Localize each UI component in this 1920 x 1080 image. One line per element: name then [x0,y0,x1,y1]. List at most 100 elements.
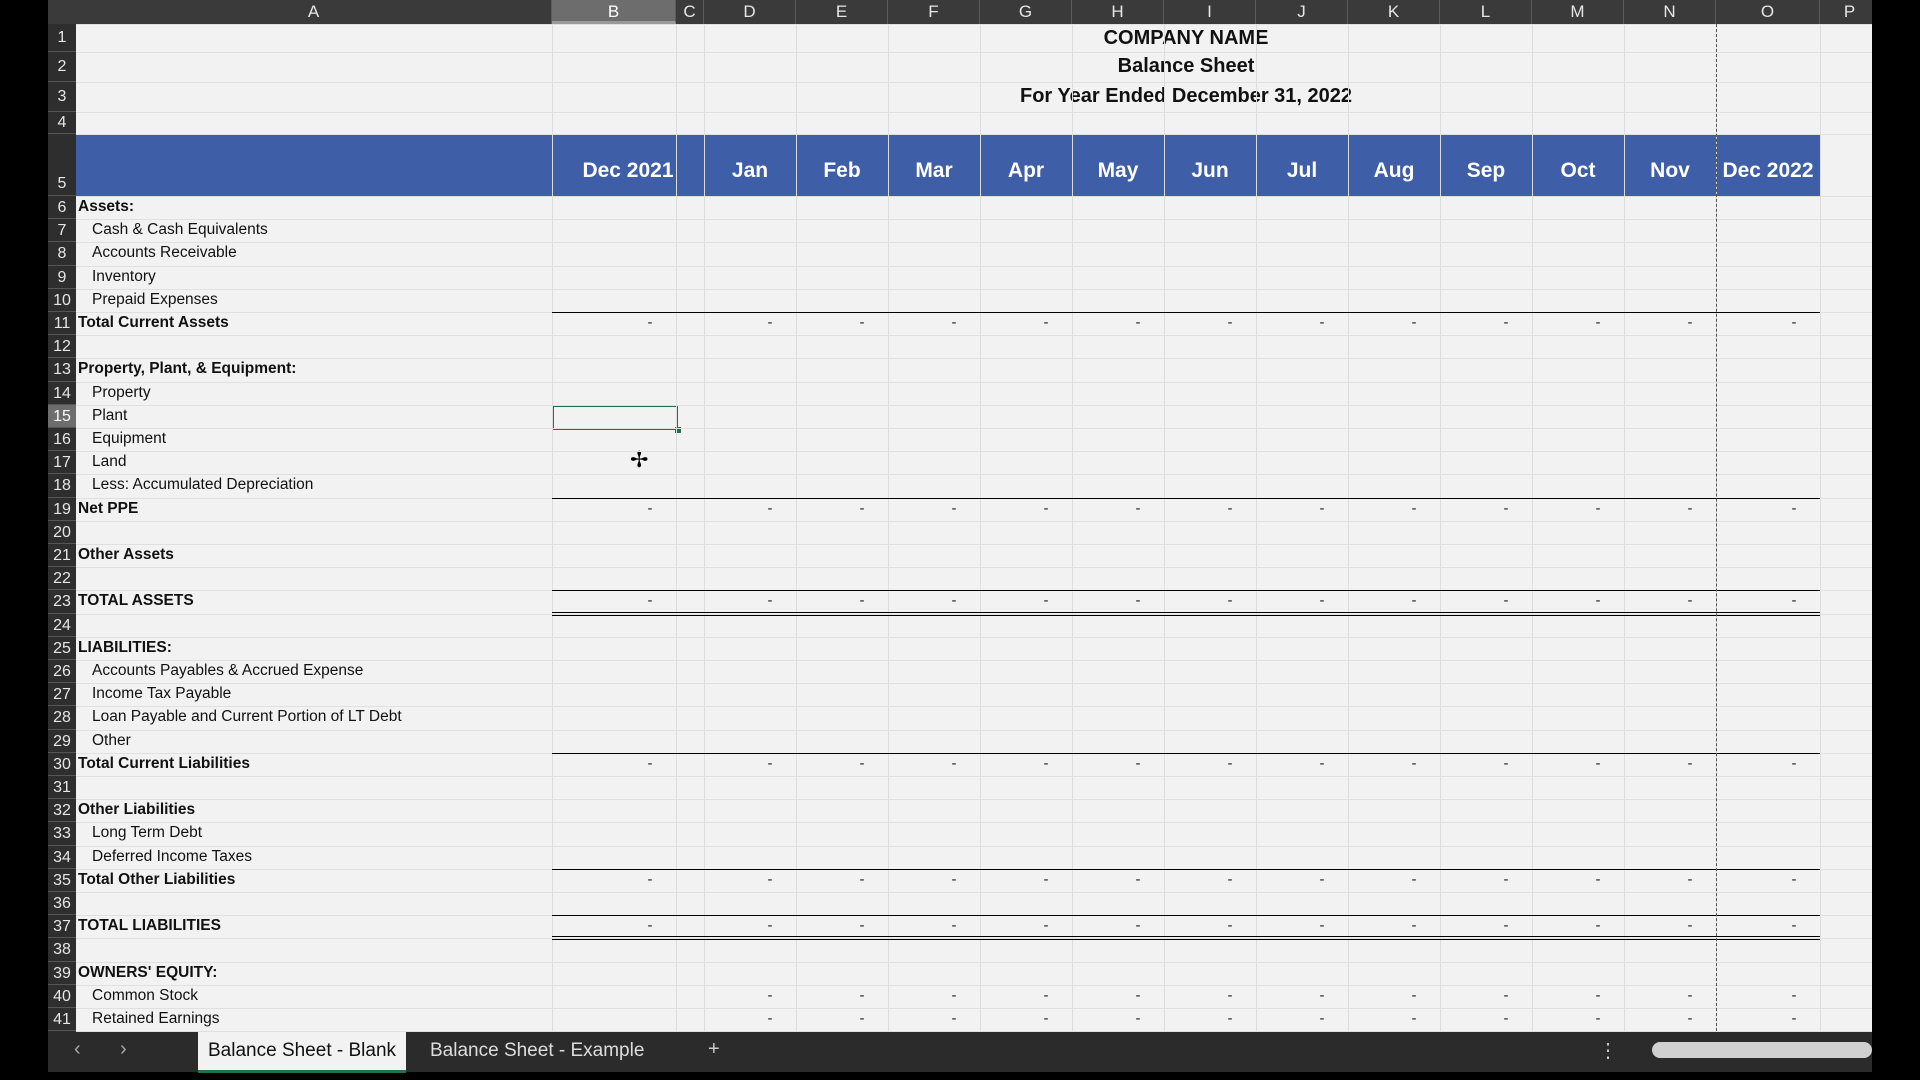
column-header-f[interactable]: F [888,0,980,24]
row-header-21[interactable]: 21 [48,544,76,568]
row-label[interactable]: Property, Plant, & Equipment: [78,360,296,378]
cell-empty-value[interactable]: - [1680,755,1700,772]
selected-cell[interactable] [552,404,681,434]
column-header-d[interactable]: D [704,0,796,24]
cell-empty-value[interactable]: - [944,314,964,331]
cell-empty-value[interactable]: - [1404,917,1424,934]
cell-empty-value[interactable]: - [1128,1010,1148,1027]
cell-empty-value[interactable]: - [1680,314,1700,331]
cell-empty-value[interactable]: - [1404,755,1424,772]
row-header-3[interactable]: 3 [48,82,76,112]
cell-grid[interactable]: COMPANY NAME Balance Sheet For Year Ende… [76,24,1872,1032]
row-header-37[interactable]: 37 [48,915,76,939]
column-header-e[interactable]: E [796,0,888,24]
cell-empty-value[interactable]: - [1404,1010,1424,1027]
row-label[interactable]: Total Other Liabilities [78,871,235,889]
cell-empty-value[interactable]: - [944,500,964,517]
row-header-36[interactable]: 36 [48,892,76,916]
row-header-29[interactable]: 29 [48,730,76,753]
cell-empty-value[interactable]: - [944,592,964,609]
add-sheet-icon[interactable]: + [708,1038,720,1061]
column-header-n[interactable]: N [1624,0,1716,24]
column-header-p[interactable]: P [1820,0,1872,24]
row-label[interactable]: Equipment [92,430,166,448]
row-header-25[interactable]: 25 [48,637,76,660]
row-header-32[interactable]: 32 [48,799,76,823]
row-header-9[interactable]: 9 [48,266,76,289]
cell-empty-value[interactable]: - [1588,500,1608,517]
cell-empty-value[interactable]: - [1496,987,1516,1004]
next-sheet-icon[interactable]: › [120,1038,127,1061]
cell-empty-value[interactable]: - [1312,871,1332,888]
row-header-27[interactable]: 27 [48,683,76,707]
cell-empty-value[interactable]: - [1036,1010,1056,1027]
cell-empty-value[interactable]: - [1312,314,1332,331]
row-label[interactable]: Net PPE [78,500,138,518]
cell-empty-value[interactable]: - [852,871,872,888]
cell-empty-value[interactable]: - [1036,917,1056,934]
row-header-28[interactable]: 28 [48,706,76,730]
row-header-16[interactable]: 16 [48,428,76,452]
row-header-33[interactable]: 33 [48,822,76,846]
cell-empty-value[interactable]: - [852,592,872,609]
row-header-19[interactable]: 19 [48,498,76,521]
cell-empty-value[interactable]: - [1312,592,1332,609]
column-header-h[interactable]: H [1072,0,1164,24]
column-header-c[interactable]: C [676,0,704,24]
row-header-41[interactable]: 41 [48,1008,76,1032]
cell-empty-value[interactable]: - [944,987,964,1004]
cell-empty-value[interactable]: - [1496,592,1516,609]
cell-empty-value[interactable]: - [1496,917,1516,934]
cell-empty-value[interactable]: - [944,917,964,934]
cell-empty-value[interactable]: - [1220,500,1240,517]
cell-empty-value[interactable]: - [760,871,780,888]
column-header-g[interactable]: G [980,0,1072,24]
row-header-15[interactable]: 15 [48,404,76,428]
more-options-icon[interactable]: ⋮ [1598,1038,1618,1063]
cell-empty-value[interactable]: - [1404,987,1424,1004]
cell-empty-value[interactable]: - [1588,755,1608,772]
row-header-6[interactable]: 6 [48,196,76,220]
row-header-10[interactable]: 10 [48,289,76,312]
cell-empty-value[interactable]: - [1128,871,1148,888]
cell-empty-value[interactable]: - [1404,592,1424,609]
cell-empty-value[interactable]: - [1588,987,1608,1004]
row-label[interactable]: Assets: [78,198,134,216]
row-label[interactable]: Land [92,453,126,471]
cell-empty-value[interactable]: - [1588,1010,1608,1027]
cell-empty-value[interactable]: - [1128,987,1148,1004]
cell-empty-value[interactable]: - [1128,917,1148,934]
row-label[interactable]: Income Tax Payable [92,685,231,703]
row-label[interactable]: Loan Payable and Current Portion of LT D… [92,708,402,726]
row-label[interactable]: Other Liabilities [78,801,195,819]
cell-empty-value[interactable]: - [1784,500,1804,517]
row-header-14[interactable]: 14 [48,382,76,405]
row-label[interactable]: Long Term Debt [92,824,202,842]
row-header-38[interactable]: 38 [48,938,76,962]
cell-empty-value[interactable]: - [1220,917,1240,934]
row-header-5[interactable]: 5 [48,134,76,196]
cell-empty-value[interactable]: - [944,1010,964,1027]
tab-balance-sheet-blank[interactable]: Balance Sheet - Blank [198,1032,407,1073]
row-header-4[interactable]: 4 [48,112,76,134]
cell-empty-value[interactable]: - [1220,871,1240,888]
cell-empty-value[interactable]: - [760,755,780,772]
cell-empty-value[interactable]: - [1128,314,1148,331]
prev-sheet-icon[interactable]: ‹ [74,1038,81,1061]
row-label[interactable]: Other [92,732,131,750]
row-label[interactable]: Plant [92,407,127,425]
cell-empty-value[interactable]: - [1036,314,1056,331]
cell-empty-value[interactable]: - [1784,871,1804,888]
horizontal-scrollbar[interactable] [1652,1042,1872,1058]
row-label[interactable]: TOTAL LIABILITIES [78,917,221,935]
row-header-22[interactable]: 22 [48,567,76,591]
row-header-24[interactable]: 24 [48,614,76,637]
cell-empty-value[interactable]: - [852,987,872,1004]
cell-empty-value[interactable]: - [1784,755,1804,772]
cell-empty-value[interactable]: - [1036,755,1056,772]
cell-empty-value[interactable]: - [852,1010,872,1027]
row-label[interactable]: Total Current Assets [78,314,229,332]
cell-empty-value[interactable]: - [1496,314,1516,331]
row-label[interactable]: Cash & Cash Equivalents [92,221,268,239]
cell-empty-value[interactable]: - [1220,1010,1240,1027]
